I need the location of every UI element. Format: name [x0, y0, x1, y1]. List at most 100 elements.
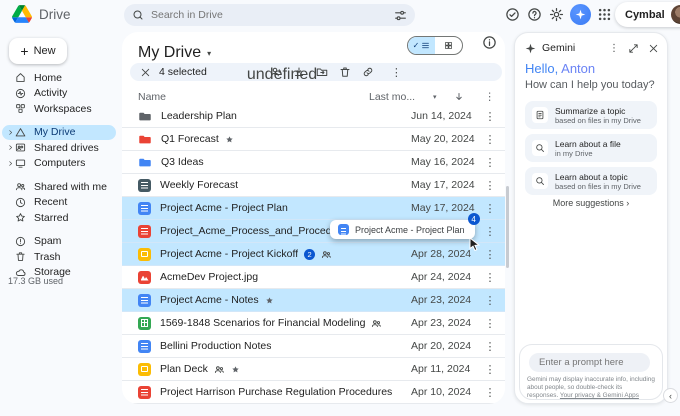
file-list: Leadership PlanJun 14, 2024⋮Q1 ForecastM… — [122, 105, 505, 404]
file-row[interactable]: 1569-1848 Scenarios for Financial Modeli… — [122, 312, 505, 335]
file-name: Weekly Forecast — [160, 179, 238, 191]
pdf-file-icon — [138, 386, 151, 399]
help-icon[interactable] — [527, 7, 542, 22]
gemini-close-icon[interactable] — [648, 43, 659, 54]
expander-chevron-icon[interactable] — [6, 160, 15, 167]
file-date: Apr 28, 2024 — [411, 248, 475, 260]
storage-used-label: 17.3 GB used — [8, 276, 63, 286]
search-bar[interactable] — [124, 4, 415, 26]
file-row[interactable]: Q1 ForecastMay 20, 2024⋮ — [122, 128, 505, 151]
sidebar-item-shared-drives[interactable]: Shared drives — [2, 140, 116, 156]
row-more-button[interactable]: ⋮ — [475, 202, 505, 215]
expander-chevron-icon — [6, 90, 15, 97]
file-row[interactable]: Project Acme - Project PlanMay 17, 2024⋮ — [122, 197, 505, 220]
file-row[interactable]: Project Acme - Project Kickoff2Apr 28, 2… — [122, 243, 505, 266]
prompt-input[interactable] — [539, 357, 640, 368]
sidebar-item-workspaces[interactable]: Workspaces — [2, 101, 116, 117]
expander-chevron-icon[interactable] — [6, 129, 15, 136]
expander-chevron-icon — [6, 269, 15, 276]
suggestion-card-learn-about-a-file[interactable]: Learn about a filein my Drive — [525, 134, 657, 162]
download-icon[interactable] — [293, 66, 305, 78]
scrollbar-thumb[interactable] — [506, 186, 509, 268]
sidebar-item-starred[interactable]: Starred — [2, 210, 116, 226]
file-row[interactable]: AcmeDev Project.jpgApr 24, 2024⋮ — [122, 266, 505, 289]
new-button[interactable]: + New — [9, 38, 67, 64]
chevron-right-icon: › — [626, 198, 629, 208]
sidebar-item-activity[interactable]: Activity — [2, 86, 116, 102]
row-more-button[interactable]: ⋮ — [475, 317, 505, 330]
sidebar-item-trash[interactable]: Trash — [2, 249, 116, 265]
file-date: Apr 11, 2024 — [411, 363, 475, 375]
more-suggestions-link[interactable]: More suggestions › — [515, 198, 667, 208]
suggestion-card-learn-about-a-topic[interactable]: Learn about a topicbased on files in my … — [525, 167, 657, 195]
column-headers: Name Last mo... ▾ ⋮ — [138, 88, 495, 106]
person-add-icon[interactable] — [270, 66, 282, 78]
file-name: Project Acme - Project Plan — [160, 202, 288, 214]
settings-gear-icon[interactable] — [549, 7, 564, 22]
row-more-button[interactable]: ⋮ — [475, 271, 505, 284]
sidebar-item-recent[interactable]: Recent — [2, 195, 116, 211]
sort-direction-icon[interactable] — [453, 91, 465, 103]
row-more-button[interactable]: ⋮ — [475, 133, 505, 146]
search-options-icon[interactable] — [394, 9, 407, 22]
file-date: May 17, 2024 — [411, 179, 475, 191]
row-more-button[interactable]: ⋮ — [475, 225, 505, 238]
toolbar-more-icon[interactable]: ⋮ — [391, 66, 402, 79]
sidebar-item-my-drive[interactable]: My Drive — [2, 125, 116, 141]
suggestion-subtitle: based on files in my Drive — [555, 182, 641, 191]
expander-chevron-icon[interactable] — [6, 144, 15, 151]
column-name[interactable]: Name — [138, 91, 369, 103]
expander-chevron-icon — [6, 105, 15, 112]
gemini-button[interactable] — [570, 4, 591, 25]
columns-more-icon[interactable]: ⋮ — [485, 91, 496, 103]
expander-chevron-icon — [6, 214, 15, 221]
trash-icon[interactable] — [339, 66, 351, 78]
gemini-more-icon[interactable]: ⋮ — [609, 43, 619, 54]
list-view-button[interactable]: ✓ — [408, 37, 435, 54]
row-more-button[interactable]: ⋮ — [475, 156, 505, 169]
offline-status-icon[interactable] — [505, 7, 520, 22]
pdf-file-icon — [138, 225, 151, 238]
folder-move-icon[interactable] — [316, 66, 328, 78]
collapse-panel-button[interactable]: ‹ — [663, 388, 678, 403]
file-name: Project Acme - Notes — [160, 294, 259, 306]
row-more-button[interactable]: ⋮ — [475, 179, 505, 192]
sidebar-item-spam[interactable]: Spam — [2, 234, 116, 250]
clear-selection-icon[interactable] — [140, 67, 151, 78]
row-more-button[interactable]: ⋮ — [475, 340, 505, 353]
file-row[interactable]: Bellini Production NotesApr 20, 2024⋮ — [122, 335, 505, 358]
row-more-button[interactable]: ⋮ — [475, 110, 505, 123]
apps-grid-icon[interactable] — [597, 7, 612, 22]
grid-view-button[interactable] — [435, 37, 462, 54]
account-pill[interactable]: Cymbal — [615, 2, 680, 27]
sidebar-item-computers[interactable]: Computers — [2, 156, 116, 172]
file-row[interactable]: Project Harrison Purchase Regulation Pro… — [122, 381, 505, 404]
avatar[interactable] — [671, 5, 680, 24]
row-more-button[interactable]: ⋮ — [475, 386, 505, 399]
docs-file-icon — [338, 224, 349, 235]
gemini-input-card: Gemini may display inaccurate info, incl… — [519, 344, 663, 400]
sort-caret-icon[interactable]: ▾ — [433, 93, 437, 101]
file-row[interactable]: Weekly Forecast May 17, 2024⋮ — [122, 174, 505, 197]
sidebar-item-home[interactable]: Home — [2, 70, 116, 86]
file-row[interactable]: Leadership PlanJun 14, 2024⋮ — [122, 105, 505, 128]
spark-icon[interactable]: undefined — [247, 66, 259, 78]
suggestion-subtitle: based on files in my Drive — [555, 116, 641, 125]
row-more-button[interactable]: ⋮ — [475, 294, 505, 307]
sidebar-item-shared-with-me[interactable]: Shared with me — [2, 179, 116, 195]
view-details-icon[interactable] — [482, 35, 497, 50]
row-more-button[interactable]: ⋮ — [475, 363, 505, 376]
prompt-field[interactable] — [529, 353, 650, 372]
gemini-expand-icon[interactable] — [628, 43, 639, 54]
suggestion-card-summarize-a-topic[interactable]: Summarize a topicbased on files in my Dr… — [525, 101, 657, 129]
search-input[interactable] — [151, 9, 387, 21]
privacy-link[interactable]: Your privacy & Gemini Apps — [560, 392, 639, 399]
file-row[interactable]: Plan DeckApr 11, 2024⋮ — [122, 358, 505, 381]
recent-icon — [15, 197, 26, 208]
link-icon[interactable] — [362, 66, 374, 78]
file-row[interactable]: Q3 IdeasMay 16, 2024⋮ — [122, 151, 505, 174]
file-row[interactable]: Project Acme - NotesApr 23, 2024⋮ — [122, 289, 505, 312]
column-last-modified[interactable]: Last mo... — [369, 91, 433, 103]
selection-toolbar: 4 selected undefined ⋮ — [130, 63, 502, 81]
title-dropdown-icon[interactable]: ▾ — [207, 49, 211, 58]
